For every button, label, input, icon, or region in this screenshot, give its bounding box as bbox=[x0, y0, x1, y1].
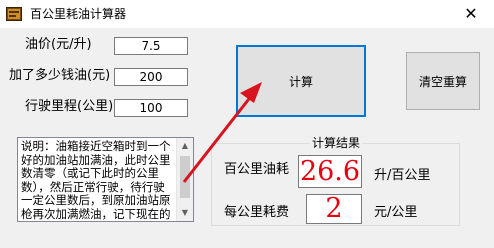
annotation-arrow-icon bbox=[182, 82, 262, 183]
